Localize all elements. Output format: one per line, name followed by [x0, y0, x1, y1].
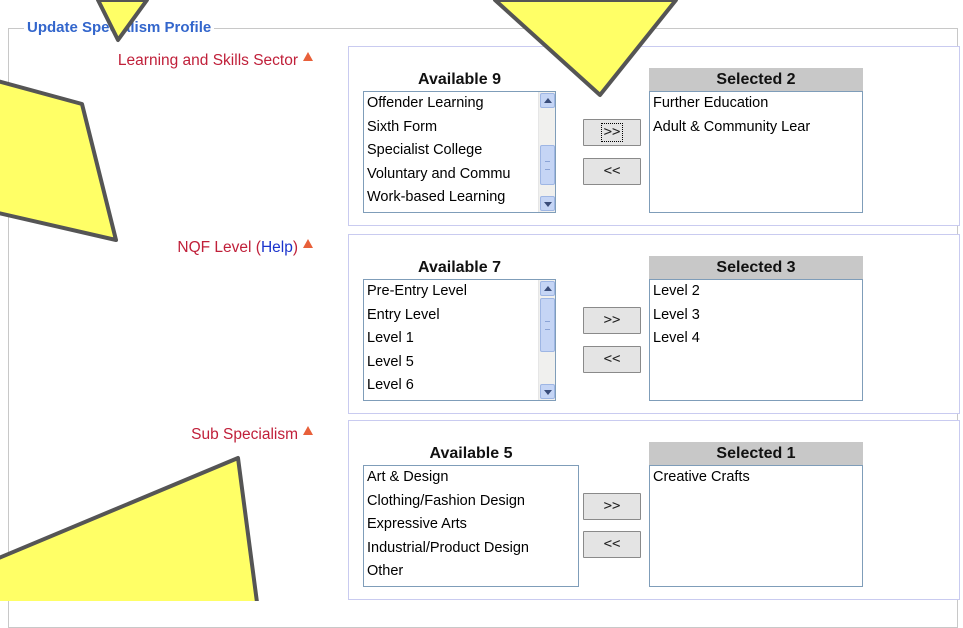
selected-header: Selected 2 — [649, 68, 863, 91]
learning-skills-sector-label: Learning and Skills Sector — [118, 52, 313, 70]
list-item[interactable]: Entry Level — [364, 304, 555, 328]
scroll-thumb[interactable] — [540, 145, 555, 185]
available-listbox-nqf[interactable]: Pre-Entry Level Entry Level Level 1 Leve… — [363, 279, 556, 401]
required-marker-icon — [303, 426, 313, 435]
list-item[interactable]: Level 1 — [364, 327, 555, 351]
selected-listbox-nqf[interactable]: Level 2 Level 3 Level 4 — [649, 279, 863, 401]
selected-listbox-sub[interactable]: Creative Crafts — [649, 465, 863, 587]
available-header: Available 5 — [429, 445, 513, 462]
scrollbar[interactable] — [538, 92, 555, 212]
required-marker-icon — [303, 52, 313, 61]
list-item[interactable]: Sixth Form — [364, 116, 555, 140]
selected-header: Selected 3 — [649, 256, 863, 279]
list-item[interactable]: Art & Design — [364, 466, 578, 490]
list-item[interactable]: Pre-Entry Level — [364, 280, 555, 304]
nqf-level-label: NQF Level (Help) — [177, 239, 313, 257]
list-item[interactable]: Level 5 — [364, 351, 555, 375]
selected-header: Selected 1 — [649, 442, 863, 465]
list-item[interactable]: Level 3 — [650, 304, 862, 328]
available-header: Available 7 — [417, 259, 501, 276]
learning-skills-sector-panel: Available 9 Offender Learning Sixth Form… — [348, 46, 960, 226]
sub-specialism-panel: Available 5 Art & Design Clothing/Fashio… — [348, 420, 960, 600]
sub-specialism-label: Sub Specialism — [191, 426, 313, 444]
list-item[interactable]: Adult & Community Lear — [650, 116, 862, 140]
scrollbar[interactable] — [538, 280, 555, 400]
scroll-up-arrow-icon[interactable] — [540, 93, 555, 108]
required-marker-icon — [303, 239, 313, 248]
selected-listbox-sector[interactable]: Further Education Adult & Community Lear — [649, 91, 863, 213]
add-sub-button[interactable]: >> — [583, 493, 641, 520]
list-item[interactable]: Work-based Learning — [364, 186, 555, 210]
list-item[interactable]: Clothing/Fashion Design — [364, 490, 578, 514]
list-item[interactable]: Level 2 — [650, 280, 862, 304]
list-item[interactable]: Expressive Arts — [364, 513, 578, 537]
list-item[interactable]: Further Education — [650, 92, 862, 116]
scroll-down-arrow-icon[interactable] — [540, 384, 555, 399]
remove-sub-button[interactable]: << — [583, 531, 641, 558]
nqf-help-link[interactable]: Help — [261, 239, 293, 256]
remove-sector-button[interactable]: << — [583, 158, 641, 185]
list-item[interactable]: Industrial/Product Design — [364, 537, 578, 561]
list-item[interactable]: Offender Learning — [364, 92, 555, 116]
list-item[interactable]: Level 6 — [364, 374, 555, 398]
available-listbox-sector[interactable]: Offender Learning Sixth Form Specialist … — [363, 91, 556, 213]
available-listbox-sub[interactable]: Art & Design Clothing/Fashion Design Exp… — [363, 465, 579, 587]
add-nqf-button[interactable]: >> — [583, 307, 641, 334]
scroll-up-arrow-icon[interactable] — [540, 281, 555, 296]
scroll-thumb[interactable] — [540, 298, 555, 352]
remove-nqf-button[interactable]: << — [583, 346, 641, 373]
form-legend: Update Specialism Profile — [24, 19, 215, 36]
nqf-level-panel: Available 7 Pre-Entry Level Entry Level … — [348, 234, 960, 414]
list-item[interactable]: Creative Crafts — [650, 466, 862, 490]
list-item[interactable]: Level 4 — [650, 327, 862, 351]
add-sector-button[interactable]: >> — [583, 119, 641, 146]
list-item[interactable]: Voluntary and Commu — [364, 163, 555, 187]
scroll-down-arrow-icon[interactable] — [540, 196, 555, 211]
list-item[interactable]: Other — [364, 560, 578, 584]
available-header: Available 9 — [417, 71, 501, 88]
list-item[interactable]: Specialist College — [364, 139, 555, 163]
